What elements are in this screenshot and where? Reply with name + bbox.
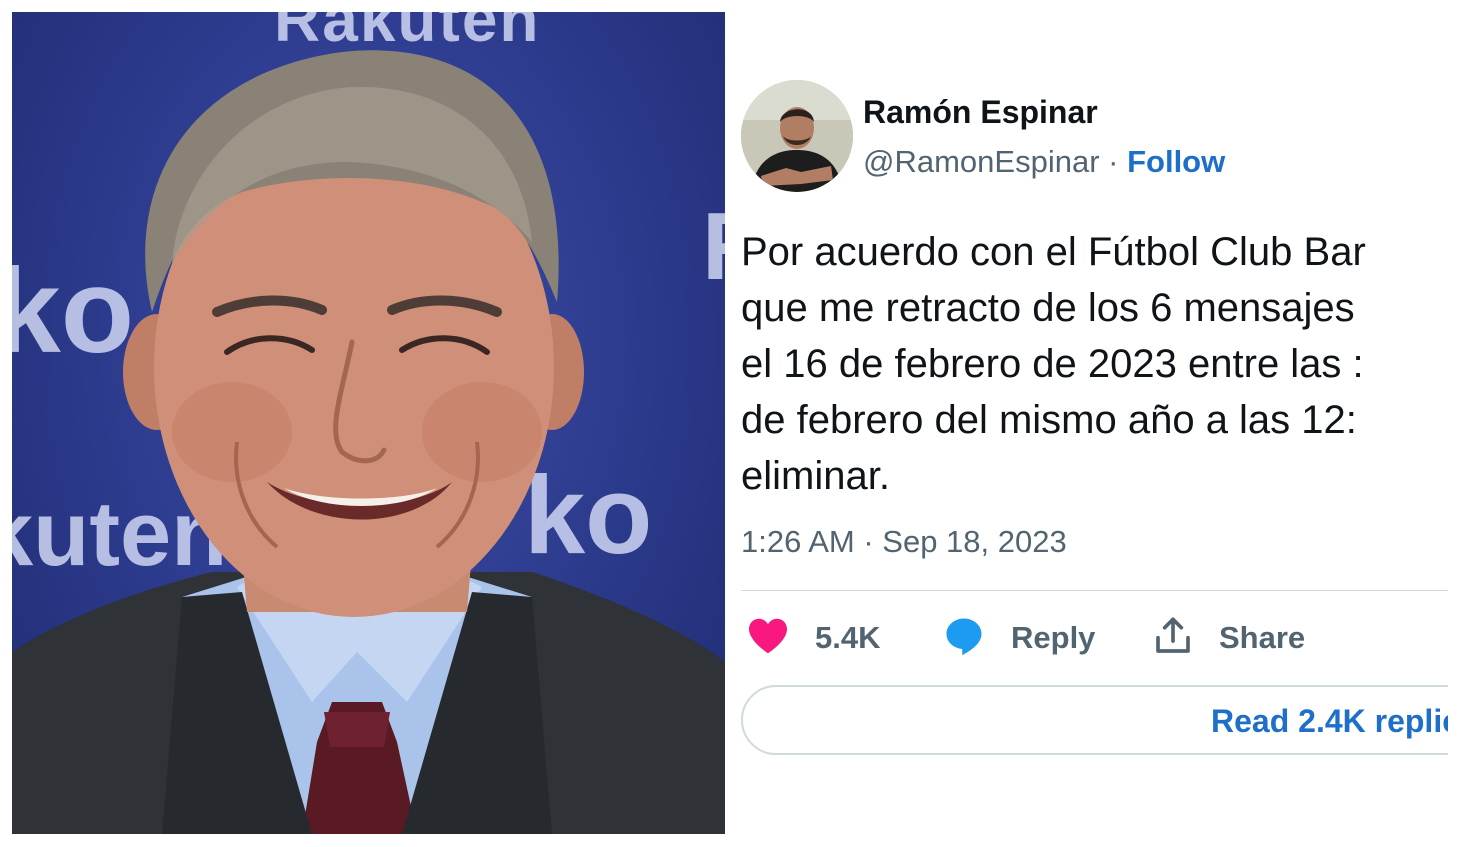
tweet-actions-bar: 5.4K Reply Share [747,613,1447,663]
follow-link[interactable]: Follow [1127,144,1225,179]
smiling-man-figure [12,50,725,834]
tweet-body-line: el 16 de febrero de 2023 entre las : [741,342,1364,386]
embedded-tweet-card: Ramón Espinar @RamonEspinar · Follow Por… [737,58,1448,782]
author-handle-row: @RamonEspinar · Follow [863,144,1225,180]
like-button[interactable]: 5.4K [747,613,880,663]
author-name[interactable]: Ramón Espinar [863,94,1098,131]
likes-count: 5.4K [815,620,881,655]
tweet-body-line: que me retracto de los 6 mensajes [741,286,1355,330]
press-conference-photo: Rakuten ko kuten Ra ko [12,12,725,834]
reply-button[interactable]: Reply [943,613,1095,663]
tweet-body-line: eliminar. [741,454,890,498]
read-replies-label: Read 2.4K replie [1211,703,1448,739]
divider [741,590,1448,591]
author-avatar[interactable] [741,80,853,192]
tweet-body-line: de febrero del mismo año a las 12: [741,398,1357,442]
tweet-body: Por acuerdo con el Fútbol Club Bar que m… [741,224,1448,504]
separator-dot: · [1099,144,1128,179]
tweet-timestamp[interactable]: 1:26 AM · Sep 18, 2023 [741,524,1067,560]
tweet-body-line: Por acuerdo con el Fútbol Club Bar [741,230,1366,274]
read-replies-button[interactable]: Read 2.4K replie [741,685,1448,755]
heart-icon [747,617,789,660]
avatar-photo-icon [741,80,853,192]
author-handle[interactable]: @RamonEspinar [863,144,1100,179]
speech-bubble-icon [943,615,985,662]
share-button[interactable]: Share [1153,613,1305,663]
share-label: Share [1219,620,1306,655]
share-upload-icon [1153,616,1193,661]
reply-label: Reply [1011,620,1096,655]
